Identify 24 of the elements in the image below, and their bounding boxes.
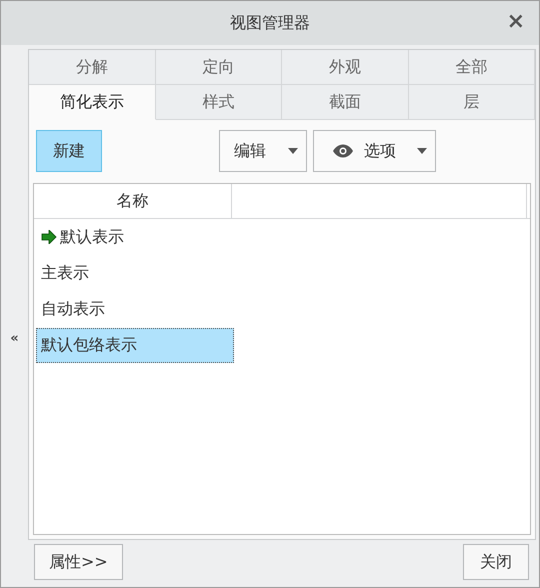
tab[interactable]: 定向 [156,50,282,85]
tab[interactable]: 外观 [282,50,408,85]
new-button[interactable]: 新建 [36,130,102,172]
close-button[interactable]: 关闭 [463,544,529,580]
tab[interactable]: 全部 [408,50,535,85]
options-dropdown[interactable]: 选项 [313,130,436,172]
list-item[interactable]: 默认包络表示 [36,328,234,362]
tab[interactable]: 样式 [156,85,282,120]
collapse-button[interactable]: « [10,330,19,346]
window-title: 视图管理器 [230,12,310,34]
tab[interactable]: 分解 [29,50,156,85]
tab[interactable]: 截面 [282,85,408,120]
close-button[interactable]: × [506,11,525,33]
list-item[interactable]: 默认表示 [36,220,129,254]
caret-icon [288,148,298,154]
arrow-icon [41,230,57,244]
eye-icon [332,144,354,158]
caret-icon [417,148,427,154]
column-header[interactable]: 名称 [34,184,232,218]
list-item[interactable]: 自动表示 [36,292,110,326]
edit-dropdown[interactable]: 编辑 [219,130,307,172]
list-item[interactable]: 主表示 [36,256,94,290]
properties-button[interactable]: 属性>> [34,544,123,580]
tab[interactable]: 层 [408,85,535,120]
